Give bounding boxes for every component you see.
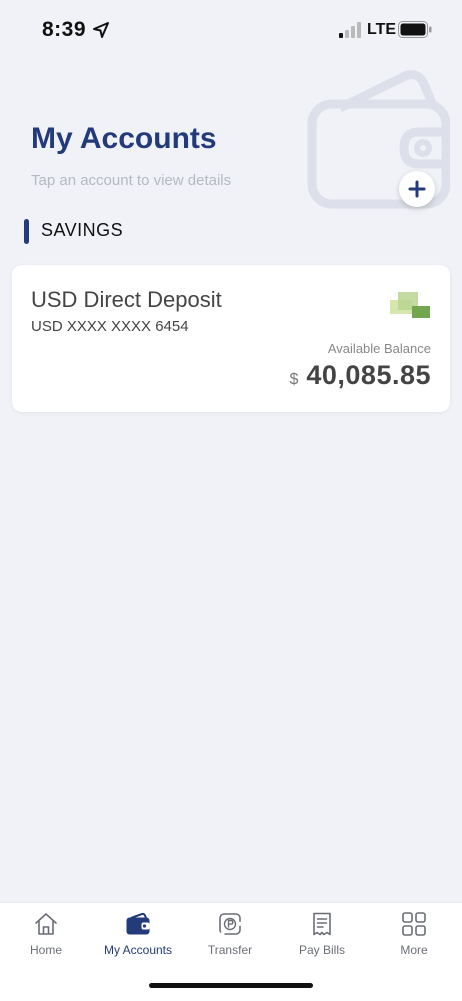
tab-pay-bills[interactable]: Pay Bills (276, 911, 368, 963)
bill-icon (313, 912, 331, 936)
account-card[interactable]: USD Direct Deposit USD XXXX XXXX 6454 Av… (12, 265, 450, 412)
location-arrow-icon (93, 22, 109, 38)
tab-more-label: More (400, 943, 428, 957)
home-indicator (149, 983, 313, 988)
transfer-icon (219, 913, 241, 935)
section-accent-bar (24, 219, 29, 244)
tab-transfer-label: Transfer (207, 943, 253, 957)
balance-label: Available Balance (327, 341, 431, 356)
status-time: 8:39 (42, 18, 87, 41)
tab-transfer[interactable]: Transfer (184, 911, 276, 963)
add-account-button[interactable] (399, 171, 435, 207)
section-title-savings: SAVINGS (41, 220, 124, 240)
battery-icon (398, 21, 432, 38)
currency-symbol: $ (289, 371, 299, 388)
status-bar: 8:39 LTE (0, 0, 462, 60)
home-icon (35, 913, 57, 935)
signal-icon (339, 22, 361, 38)
tab-home[interactable]: Home (0, 911, 92, 963)
plus-icon (408, 180, 426, 198)
page-title: My Accounts (31, 122, 217, 155)
account-name: USD Direct Deposit (31, 287, 222, 312)
wallet-icon (126, 912, 150, 935)
tab-my-accounts-label: My Accounts (103, 943, 173, 957)
tab-pay-bills-label: Pay Bills (298, 943, 345, 957)
network-type: LTE (367, 21, 397, 38)
balance-amount: 40,085.85 (306, 360, 431, 390)
money-icon (390, 292, 430, 318)
balance-row: $ 40,085.85 (289, 360, 431, 391)
grid-icon (402, 912, 426, 936)
page-subtitle: Tap an account to view details (31, 172, 232, 189)
tab-more[interactable]: More (368, 911, 460, 963)
tab-my-accounts[interactable]: My Accounts (92, 911, 184, 963)
tab-home-label: Home (29, 943, 62, 957)
account-number: USD XXXX XXXX 6454 (31, 318, 189, 335)
